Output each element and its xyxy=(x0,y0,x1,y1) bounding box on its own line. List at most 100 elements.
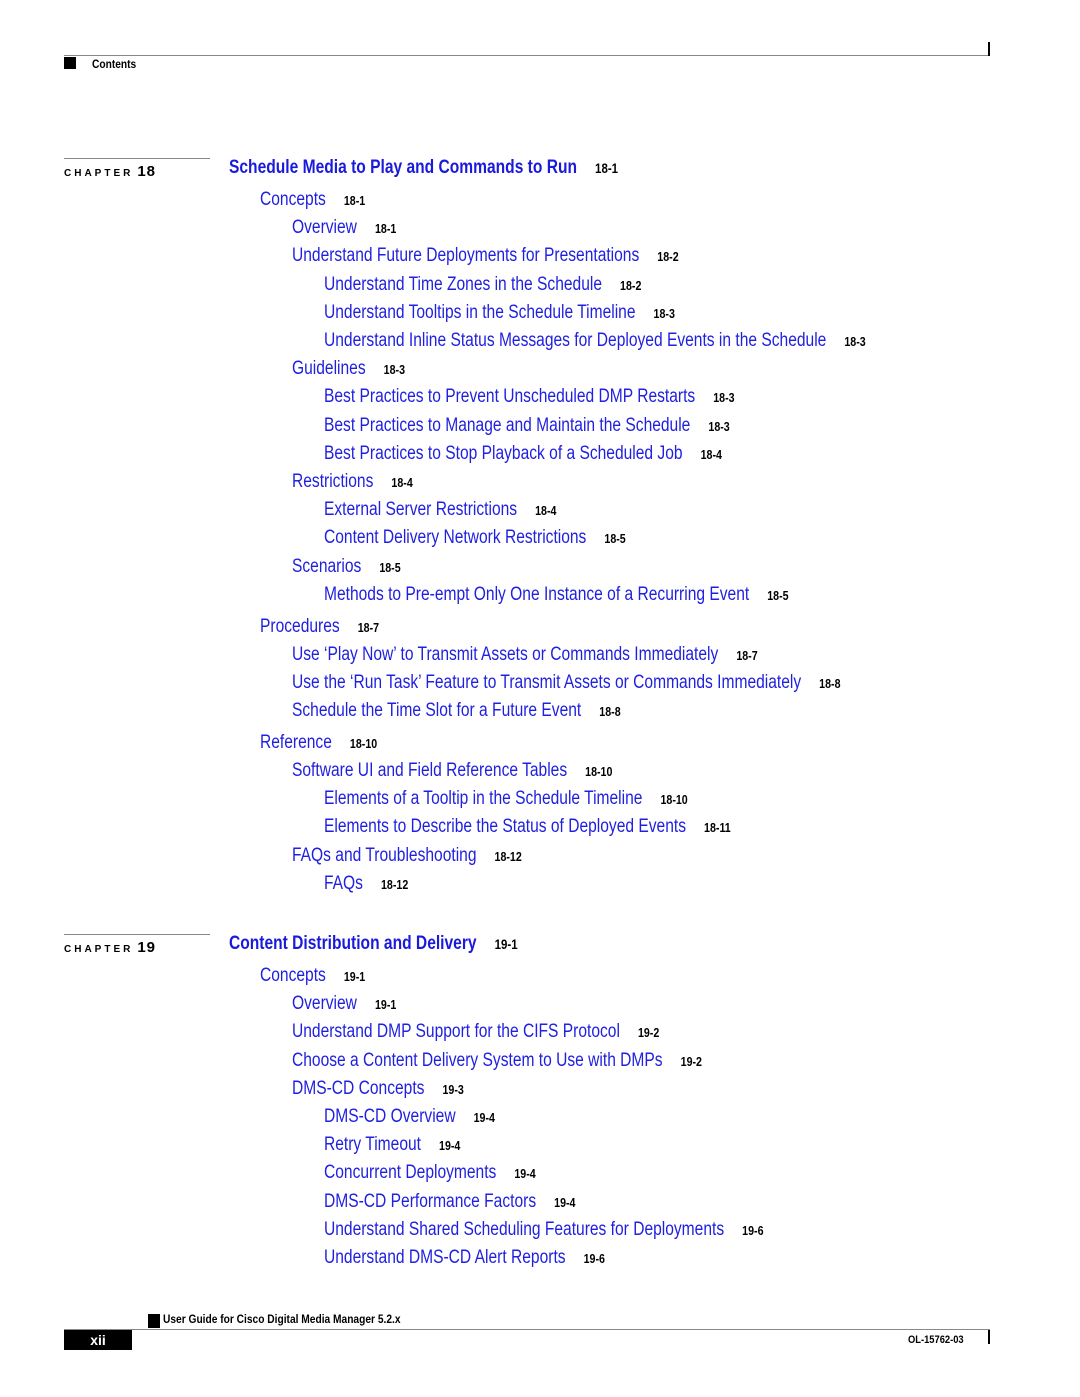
toc-entry[interactable]: Concepts 19-1 xyxy=(260,965,365,987)
toc-page-number: 18-1 xyxy=(343,193,366,208)
toc-entry-text[interactable]: Use ‘Play Now’ to Transmit Assets or Com… xyxy=(292,644,718,665)
toc-entry-text[interactable]: Understand DMP Support for the CIFS Prot… xyxy=(292,1021,620,1042)
toc-title-text[interactable]: Content Distribution and Delivery xyxy=(229,933,477,954)
footer-page-number: xii xyxy=(64,1330,132,1350)
toc-entry-text[interactable]: Reference xyxy=(260,732,332,753)
toc-entry[interactable]: Elements of a Tooltip in the Schedule Ti… xyxy=(324,788,688,810)
toc-chapter-title[interactable]: Content Distribution and Delivery 19-1 xyxy=(229,933,518,955)
toc-entry[interactable]: Software UI and Field Reference Tables 18… xyxy=(292,760,612,782)
toc-entry-text[interactable]: DMS-CD Performance Factors xyxy=(324,1191,536,1212)
toc-page-number: 19-2 xyxy=(680,1053,702,1069)
toc-entry-text[interactable]: FAQs xyxy=(324,873,363,894)
toc-entry-text[interactable]: Understand Inline Status Messages for De… xyxy=(324,330,826,351)
chapter-word: CHAPTER xyxy=(64,168,134,179)
chapter-18-rule xyxy=(64,158,210,159)
toc-entry-text[interactable]: Procedures xyxy=(260,616,340,637)
toc-entry-text[interactable]: External Server Restrictions xyxy=(324,499,517,520)
toc-entry[interactable]: Understand DMS-CD Alert Reports 19-6 xyxy=(324,1247,605,1269)
toc-page-number: 18-8 xyxy=(599,704,621,720)
toc-entry-text[interactable]: Understand Future Deployments for Presen… xyxy=(292,245,639,266)
toc-entry[interactable]: Best Practices to Prevent Unscheduled DM… xyxy=(324,386,735,408)
toc-entry-text[interactable]: Scenarios xyxy=(292,556,361,577)
toc-entry[interactable]: FAQs and Troubleshooting 18-12 xyxy=(292,845,522,867)
toc-entry[interactable]: Concurrent Deployments 19-4 xyxy=(324,1162,536,1184)
toc-entry-text[interactable]: Concepts xyxy=(260,189,326,210)
toc-entry-text[interactable]: Guidelines xyxy=(292,358,366,379)
toc-entry-text[interactable]: Overview xyxy=(292,217,357,238)
toc-entry[interactable]: Use the ‘Run Task’ Feature to Transmit A… xyxy=(292,672,841,694)
toc-entry[interactable]: Understand Tooltips in the Schedule Time… xyxy=(324,302,675,324)
toc-page-number: 19-2 xyxy=(637,1025,660,1041)
toc-entry[interactable]: Elements to Describe the Status of Deplo… xyxy=(324,816,731,838)
chapter-19-rule xyxy=(64,934,210,935)
toc-entry[interactable]: External Server Restrictions 18-4 xyxy=(324,499,556,521)
footer-rule xyxy=(64,1329,990,1330)
toc-page-number: 18-12 xyxy=(494,848,522,864)
toc-entry-text[interactable]: Concepts xyxy=(260,965,326,986)
toc-entry-text[interactable]: Overview xyxy=(292,993,357,1014)
toc-entry[interactable]: Choose a Content Delivery System to Use … xyxy=(292,1050,702,1072)
toc-page-number: 18-4 xyxy=(700,446,722,462)
toc-entry-text[interactable]: Methods to Pre-empt Only One Instance of… xyxy=(324,584,749,605)
toc-entry[interactable]: Best Practices to Stop Playback of a Sch… xyxy=(324,443,722,465)
toc-entry[interactable]: Retry Timeout 19-4 xyxy=(324,1134,460,1156)
toc-entry-text[interactable]: Choose a Content Delivery System to Use … xyxy=(292,1050,663,1071)
toc-page-number: 18-1 xyxy=(595,160,619,176)
toc-entry-text[interactable]: Concurrent Deployments xyxy=(324,1162,496,1183)
toc-entry-text[interactable]: Best Practices to Manage and Maintain th… xyxy=(324,415,690,436)
toc-entry-text[interactable]: Understand Tooltips in the Schedule Time… xyxy=(324,302,636,323)
toc-page-number: 18-10 xyxy=(349,735,378,751)
toc-entry[interactable]: Understand Time Zones in the Schedule 18-… xyxy=(324,274,641,296)
toc-entry-text[interactable]: Understand DMS-CD Alert Reports xyxy=(324,1247,566,1268)
toc-entry-text[interactable]: Elements to Describe the Status of Deplo… xyxy=(324,816,686,837)
toc-entry-text[interactable]: FAQs and Troubleshooting xyxy=(292,845,476,866)
toc-page-number: 19-4 xyxy=(514,1166,536,1182)
toc-entry[interactable]: Content Delivery Network Restrictions 18-… xyxy=(324,527,626,549)
toc-entry[interactable]: Understand DMP Support for the CIFS Prot… xyxy=(292,1021,659,1043)
toc-entry[interactable]: Overview 18-1 xyxy=(292,217,396,239)
toc-entry[interactable]: Scenarios 18-5 xyxy=(292,556,401,578)
toc-entry[interactable]: DMS-CD Concepts 19-3 xyxy=(292,1078,464,1100)
toc-entry[interactable]: Procedures 18-7 xyxy=(260,616,379,638)
toc-entry[interactable]: Guidelines 18-3 xyxy=(292,358,405,380)
toc-entry[interactable]: Best Practices to Manage and Maintain th… xyxy=(324,415,730,437)
toc-entry-text[interactable]: Content Delivery Network Restrictions xyxy=(324,527,586,548)
toc-page-number: 19-1 xyxy=(494,936,518,952)
toc-entry[interactable]: Schedule the Time Slot for a Future Even… xyxy=(292,700,621,722)
toc-entry-text[interactable]: Restrictions xyxy=(292,471,373,492)
toc-entry-text[interactable]: Software UI and Field Reference Tables xyxy=(292,760,567,781)
toc-page-number: 19-1 xyxy=(343,969,366,984)
toc-entry-text[interactable]: DMS-CD Overview xyxy=(324,1106,456,1127)
toc-page-number: 19-6 xyxy=(742,1222,764,1238)
toc-entry[interactable]: FAQs 18-12 xyxy=(324,873,408,895)
toc-entry-text[interactable]: Best Practices to Stop Playback of a Sch… xyxy=(324,443,683,464)
toc-page-number: 19-3 xyxy=(442,1081,464,1097)
footer-square-marker xyxy=(148,1314,160,1328)
toc-entry-text[interactable]: Elements of a Tooltip in the Schedule Ti… xyxy=(324,788,642,809)
toc-entry[interactable]: Overview 19-1 xyxy=(292,993,396,1015)
toc-entry-text[interactable]: DMS-CD Concepts xyxy=(292,1078,424,1099)
toc-entry[interactable]: Understand Shared Scheduling Features fo… xyxy=(324,1219,764,1241)
footer-guide-title: User Guide for Cisco Digital Media Manag… xyxy=(163,1312,401,1326)
toc-page-number: 18-7 xyxy=(736,647,758,663)
toc-chapter-title[interactable]: Schedule Media to Play and Commands to R… xyxy=(229,157,618,179)
toc-entry-text[interactable]: Retry Timeout xyxy=(324,1134,421,1155)
toc-title-text[interactable]: Schedule Media to Play and Commands to R… xyxy=(229,157,577,178)
toc-entry[interactable]: Understand Inline Status Messages for De… xyxy=(324,330,866,352)
toc-entry[interactable]: DMS-CD Performance Factors 19-4 xyxy=(324,1191,575,1213)
toc-entry-text[interactable]: Schedule the Time Slot for a Future Even… xyxy=(292,700,581,721)
toc-page-number: 18-2 xyxy=(657,249,679,265)
toc-entry[interactable]: Use ‘Play Now’ to Transmit Assets or Com… xyxy=(292,644,758,666)
toc-entry-text[interactable]: Understand Shared Scheduling Features fo… xyxy=(324,1219,724,1240)
toc-entry[interactable]: Methods to Pre-empt Only One Instance of… xyxy=(324,584,789,606)
toc-entry-text[interactable]: Use the ‘Run Task’ Feature to Transmit A… xyxy=(292,672,801,693)
toc-entry[interactable]: Concepts 18-1 xyxy=(260,189,365,211)
toc-entry[interactable]: Reference 18-10 xyxy=(260,732,377,754)
toc-entry-text[interactable]: Best Practices to Prevent Unscheduled DM… xyxy=(324,386,695,407)
toc-page-number: 18-11 xyxy=(704,820,731,836)
toc-entry[interactable]: DMS-CD Overview 19-4 xyxy=(324,1106,495,1128)
toc-entry[interactable]: Understand Future Deployments for Presen… xyxy=(292,245,679,267)
toc-page-number: 18-5 xyxy=(767,587,789,603)
toc-entry-text[interactable]: Understand Time Zones in the Schedule xyxy=(324,274,602,295)
toc-entry[interactable]: Restrictions 18-4 xyxy=(292,471,413,493)
